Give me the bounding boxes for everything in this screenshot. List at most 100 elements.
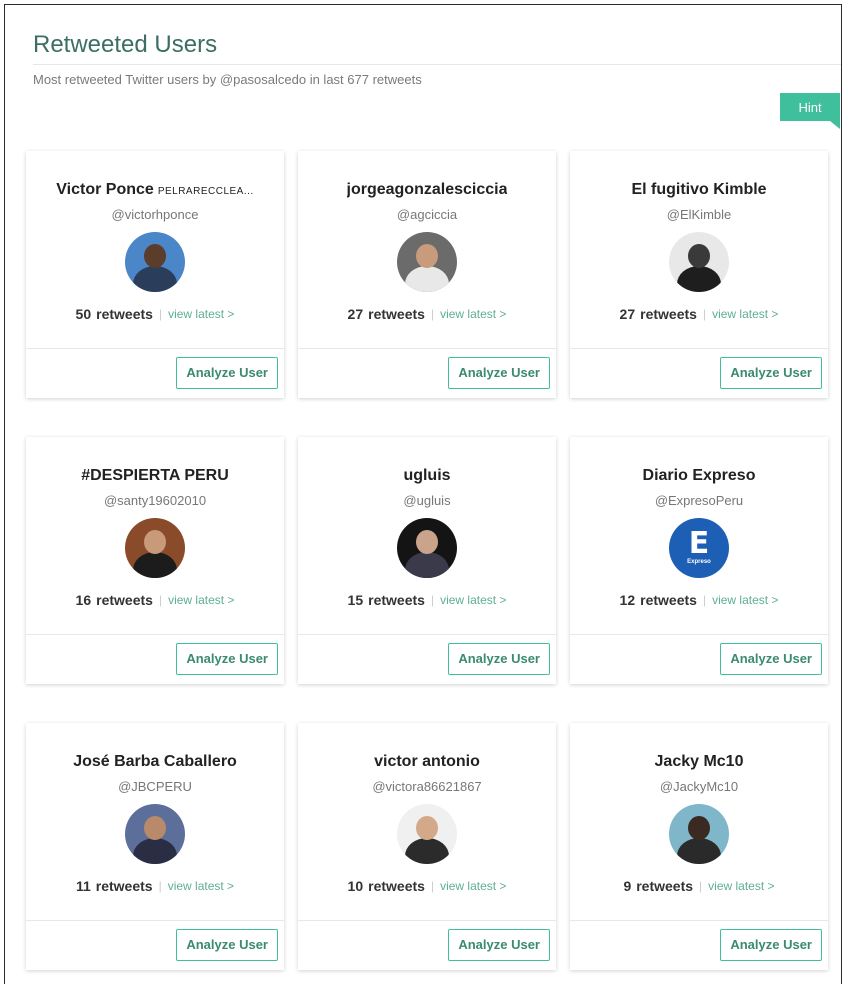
user-handle[interactable]: @santy19602010 [104,493,206,508]
retweet-count: 12 [619,592,636,608]
avatar[interactable] [125,232,185,292]
retweet-count: 50 [75,306,92,322]
user-card: ugluis @ugluis 15 retweets | view latest… [298,437,556,684]
user-card: Victor Ponce PELRARECCLEA... @victorhponc… [26,151,284,398]
separator: | [430,879,435,893]
avatar-head [416,530,438,554]
avatar[interactable] [125,518,185,578]
user-card-footer: Analyze User [570,921,828,970]
user-card: Diario Expreso @ExpresoPeru E Expreso 12… [570,437,828,684]
user-card: El fugitivo Kimble @ElKimble 27 retweets… [570,151,828,398]
user-handle[interactable]: @JackyMc10 [660,779,738,794]
user-name[interactable]: El fugitivo Kimble [631,181,766,199]
analyze-user-button[interactable]: Analyze User [448,642,550,675]
user-name[interactable]: Victor Ponce PELRARECCLEA... [56,181,253,199]
user-name-text: #DESPIERTA PERU [81,467,229,484]
avatar[interactable] [669,232,729,292]
user-name-text: ugluis [403,467,451,484]
user-name[interactable]: Diario Expreso [643,467,756,485]
expreso-logo: E Expreso [669,518,729,578]
avatar[interactable] [397,804,457,864]
avatar[interactable] [669,804,729,864]
analyze-user-button[interactable]: Analyze User [720,642,822,675]
user-card-body: Jacky Mc10 @JackyMc10 9 retweets | view … [570,723,828,921]
retweet-count: 15 [347,592,364,608]
separator: | [158,879,162,893]
retweets-label: retweets [640,306,697,322]
retweets-label: retweets [95,878,153,894]
analyze-user-button[interactable]: Analyze User [448,928,550,961]
retweet-stats: 11 retweets | view latest > [76,878,234,894]
user-name-tag: PELRARECCLEA... [157,186,254,197]
view-latest-link[interactable]: view latest > [440,307,506,321]
user-card-body: jorgeagonzalesciccia @agciccia 27 retwee… [298,151,556,349]
retweet-count: 27 [619,306,636,322]
user-handle[interactable]: @ugluis [403,493,450,508]
user-handle[interactable]: @ExpresoPeru [655,493,743,508]
retweets-label: retweets [96,306,153,322]
view-latest-link[interactable]: view latest > [168,879,234,893]
separator: | [158,307,163,321]
hint-button[interactable]: Hint [780,93,840,121]
user-card: #DESPIERTA PERU @santy19602010 16 retwee… [26,437,284,684]
user-card-body: Victor Ponce PELRARECCLEA... @victorhponc… [26,151,284,349]
user-handle[interactable]: @JBCPERU [118,779,192,794]
analyze-user-button[interactable]: Analyze User [720,928,822,961]
retweet-count: 10 [347,878,364,894]
analyze-user-button[interactable]: Analyze User [176,928,278,961]
avatar-head [416,816,438,840]
retweet-count: 16 [75,592,92,608]
separator: | [430,593,435,607]
avatar[interactable] [397,232,457,292]
avatar-head [688,816,710,840]
user-name[interactable]: José Barba Caballero [73,753,237,771]
user-name[interactable]: jorgeagonzalesciccia [347,181,508,199]
user-name-text: jorgeagonzalesciccia [346,181,508,198]
retweet-stats: 12 retweets | view latest > [620,592,779,608]
retweet-count: 27 [347,306,364,322]
view-latest-link[interactable]: view latest > [440,593,506,607]
user-card-grid: Victor Ponce PELRARECCLEA... @victorhponc… [26,151,828,970]
analyze-user-button[interactable]: Analyze User [448,356,550,389]
view-latest-link[interactable]: view latest > [440,879,506,893]
user-handle[interactable]: @ElKimble [667,207,732,222]
user-card-footer: Analyze User [570,349,828,398]
user-card-footer: Analyze User [298,921,556,970]
avatar[interactable] [125,804,185,864]
avatar[interactable]: E Expreso [669,518,729,578]
user-card-body: #DESPIERTA PERU @santy19602010 16 retwee… [26,437,284,635]
user-name[interactable]: victor antonio [374,753,480,771]
user-card-footer: Analyze User [570,635,828,684]
view-latest-link[interactable]: view latest > [168,307,234,321]
user-card: victor antonio @victora86621867 10 retwe… [298,723,556,970]
separator: | [430,307,435,321]
user-card-footer: Analyze User [26,635,284,684]
avatar-head [416,244,438,268]
logo-letter: E [688,526,710,561]
view-latest-link[interactable]: view latest > [712,307,778,321]
analyze-user-button[interactable]: Analyze User [720,356,822,389]
user-name[interactable]: ugluis [403,467,450,485]
view-latest-link[interactable]: view latest > [708,879,774,893]
user-card-footer: Analyze User [298,349,556,398]
retweet-stats: 50 retweets | view latest > [76,306,235,322]
retweets-label: retweets [368,592,425,608]
user-card: Jacky Mc10 @JackyMc10 9 retweets | view … [570,723,828,970]
user-card-footer: Analyze User [298,635,556,684]
analyze-user-button[interactable]: Analyze User [176,356,278,389]
separator: | [158,593,163,607]
view-latest-link[interactable]: view latest > [168,593,234,607]
page-subtitle: Most retweeted Twitter users by @pasosal… [33,72,422,87]
user-handle[interactable]: @victorhponce [112,207,199,222]
analyze-user-button[interactable]: Analyze User [176,642,278,675]
retweet-count: 9 [623,878,632,894]
retweet-stats: 27 retweets | view latest > [620,306,779,322]
retweets-label: retweets [368,878,425,894]
user-name[interactable]: Jacky Mc10 [655,753,744,771]
view-latest-link[interactable]: view latest > [712,593,778,607]
retweets-label: retweets [640,592,697,608]
user-name[interactable]: #DESPIERTA PERU [81,467,229,485]
user-handle[interactable]: @victora86621867 [372,779,481,794]
avatar[interactable] [397,518,457,578]
user-handle[interactable]: @agciccia [397,207,457,222]
